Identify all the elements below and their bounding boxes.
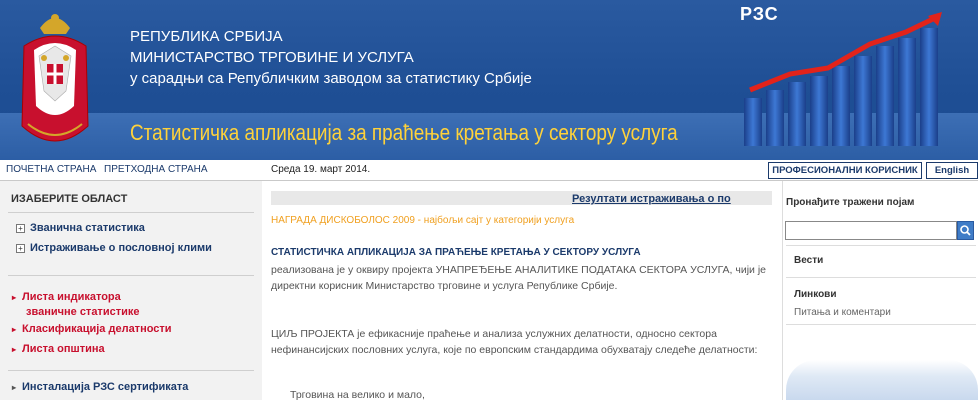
current-date: Среда 19. март 2014. [271,164,371,175]
link-indicator-list-line2[interactable]: званичне статистике [26,306,139,318]
search-input[interactable] [785,221,957,240]
expand-icon[interactable]: + [16,224,25,233]
content-paragraph-2: ЦИЉ ПРОЈЕКТА је ефикасније праћење и ана… [271,328,758,356]
search-icon [960,225,971,236]
nav-home-link[interactable]: ПОЧЕТНА СТРАНА [6,164,96,175]
search-label: Пронађите тражени појам [786,197,915,208]
right-divider [786,245,976,246]
questions-comments-link[interactable]: Питања и коментари [794,307,891,318]
header-cooperation: у сарадњи са Републичким заводом за стат… [130,70,532,87]
arrow-right-icon: ▸ [12,345,17,354]
sidebar-divider [8,370,254,371]
growth-chart-illustration-icon [744,12,942,146]
tree-item-business-climate[interactable]: + Истраживање о пословној клими [16,242,212,254]
nav-previous-link[interactable]: ПРЕТХОДНА СТРАНА [104,164,208,175]
header-banner: РЕПУБЛИКА СРБИЈА МИНИСТАРСТВО ТРГОВИНЕ И… [0,0,978,160]
link-municipality-list[interactable]: ▸ Листа општина [12,343,105,355]
arrow-right-icon: ▸ [12,293,17,302]
search-button[interactable] [957,221,974,240]
award-notice: НАГРАДА ДИСКОБОЛОС 2009 - најбољи сајт у… [271,215,575,226]
sidebar-divider [8,212,254,213]
news-link[interactable]: Вести [794,255,823,266]
right-divider [786,277,976,278]
rzs-logo: РЗС [740,4,779,24]
header-republic: РЕПУБЛИКА СРБИЈА [130,28,283,45]
content-heading: СТАТИСТИЧКА АПЛИКАЦИЈА ЗА ПРАЋЕЊЕ КРЕТАЊ… [271,247,641,258]
link-install-certificate[interactable]: ▸ Инсталација РЗС сертификата [12,381,188,393]
coat-of-arms-icon [21,14,89,142]
header-ministry: МИНИСТАРСТВО ТРГОВИНЕ И УСЛУГА [130,49,414,66]
english-language-button[interactable]: English [926,162,978,179]
right-divider [786,324,976,325]
arrow-right-icon: ▸ [12,325,17,334]
content-list-item: Трговина на велико и мало, [290,389,425,401]
cloud-decoration [786,360,978,400]
results-ticker-link[interactable]: Резултати истраживања о по [572,193,772,205]
link-activity-classification[interactable]: ▸ Класификација делатности [12,323,172,335]
tree-item-official-statistics[interactable]: + Званична статистика [16,222,145,234]
link-indicator-list[interactable]: ▸ Листа индикатора [12,291,121,303]
content-paragraph-1: реализована је у оквиру пројекта УНАПРЕЂ… [271,264,767,292]
arrow-right-icon: ▸ [12,383,17,392]
professional-user-button[interactable]: ПРОФЕСИОНАЛНИ КОРИСНИК [768,162,922,179]
links-link[interactable]: Линкови [794,289,836,300]
app-title: Статистичка апликација за праћење кретањ… [130,120,678,145]
sidebar-title: ИЗАБЕРИТЕ ОБЛАСТ [11,193,128,205]
sidebar-divider [8,275,254,276]
expand-icon[interactable]: + [16,244,25,253]
